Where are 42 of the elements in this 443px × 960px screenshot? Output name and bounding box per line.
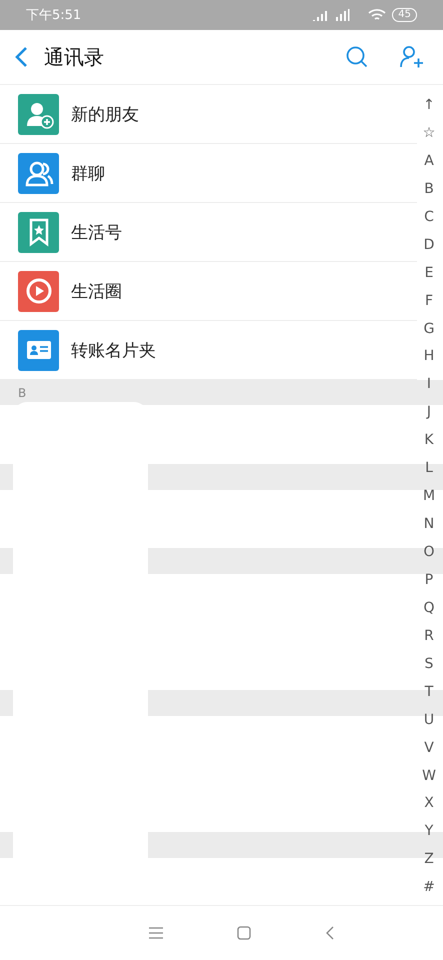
index-letter[interactable]: P	[424, 566, 434, 595]
contact-entry[interactable]: 生活圈	[0, 262, 417, 321]
wifi-icon	[368, 8, 386, 22]
index-letter[interactable]: D	[424, 232, 434, 260]
index-letter[interactable]: G	[424, 316, 434, 344]
index-letter[interactable]: U	[424, 706, 434, 735]
index-letter[interactable]: W	[422, 762, 436, 790]
index-letter[interactable]: F	[424, 288, 434, 316]
contact-entry[interactable]: 生活号	[0, 203, 417, 262]
index-letter[interactable]: A	[424, 148, 434, 176]
battery-level: 45	[392, 8, 417, 22]
index-letter[interactable]: L	[425, 455, 433, 484]
index-letter[interactable]: K	[424, 427, 434, 456]
index-letter[interactable]: O	[423, 539, 435, 567]
index-letter[interactable]: #	[423, 874, 435, 902]
index-letter[interactable]: R	[424, 622, 434, 651]
index-letter[interactable]: S	[424, 650, 434, 679]
back-icon[interactable]	[14, 46, 30, 68]
index-letter[interactable]: Y	[424, 818, 434, 846]
index-letter[interactable]: B	[424, 176, 434, 204]
status-time: 下午5:51	[26, 7, 82, 24]
index-letter[interactable]: M	[422, 483, 436, 512]
index-letter[interactable]: X	[424, 790, 434, 818]
contact-entry[interactable]: 群聊	[0, 144, 417, 203]
index-letter[interactable]: T	[424, 678, 434, 707]
index-letter[interactable]: ☆	[422, 120, 436, 148]
index-letter[interactable]: C	[424, 204, 434, 232]
contact-entry[interactable]: 新的朋友	[0, 85, 417, 144]
index-letter[interactable]: J	[426, 399, 432, 428]
index-letter[interactable]: ↑	[423, 92, 435, 120]
page-title: 通讯录	[44, 44, 105, 70]
index-letter[interactable]: I	[426, 371, 432, 400]
section-header: B	[18, 386, 26, 400]
index-letter[interactable]: E	[424, 260, 434, 288]
home-button[interactable]	[234, 924, 252, 942]
index-letter[interactable]: H	[424, 343, 434, 372]
index-letter[interactable]: N	[424, 511, 434, 539]
menu-button[interactable]	[146, 925, 164, 941]
index-letter[interactable]: V	[424, 734, 434, 762]
index-letter[interactable]: Q	[423, 594, 435, 623]
play-circle-icon	[24, 276, 54, 306]
index-letter[interactable]: Z	[424, 846, 434, 874]
